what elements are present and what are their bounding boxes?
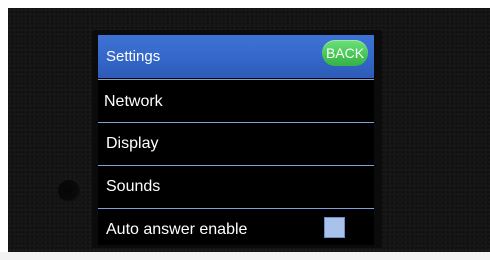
menu-item-label: Network [104, 93, 163, 110]
menu-item-sounds[interactable]: Sounds [98, 165, 374, 208]
menu-item-label: Display [106, 135, 159, 152]
menu-item-label: Auto answer enable [106, 221, 248, 238]
lcd-screen: Settings BACK Network Display Sounds Aut… [98, 35, 374, 245]
menu-item-auto-answer[interactable]: Auto answer enable [98, 208, 374, 245]
back-button[interactable]: BACK [322, 40, 368, 66]
auto-answer-checkbox[interactable] [324, 217, 345, 238]
page-title: Settings [106, 48, 161, 65]
device-photo: Settings BACK Network Display Sounds Aut… [0, 0, 490, 260]
settings-header: Settings BACK [98, 35, 374, 78]
screw-hole [58, 180, 80, 202]
menu-item-display[interactable]: Display [98, 122, 374, 165]
menu-item-network[interactable]: Network [98, 79, 374, 122]
panel-edge [0, 252, 490, 260]
menu-item-label: Sounds [106, 178, 161, 195]
